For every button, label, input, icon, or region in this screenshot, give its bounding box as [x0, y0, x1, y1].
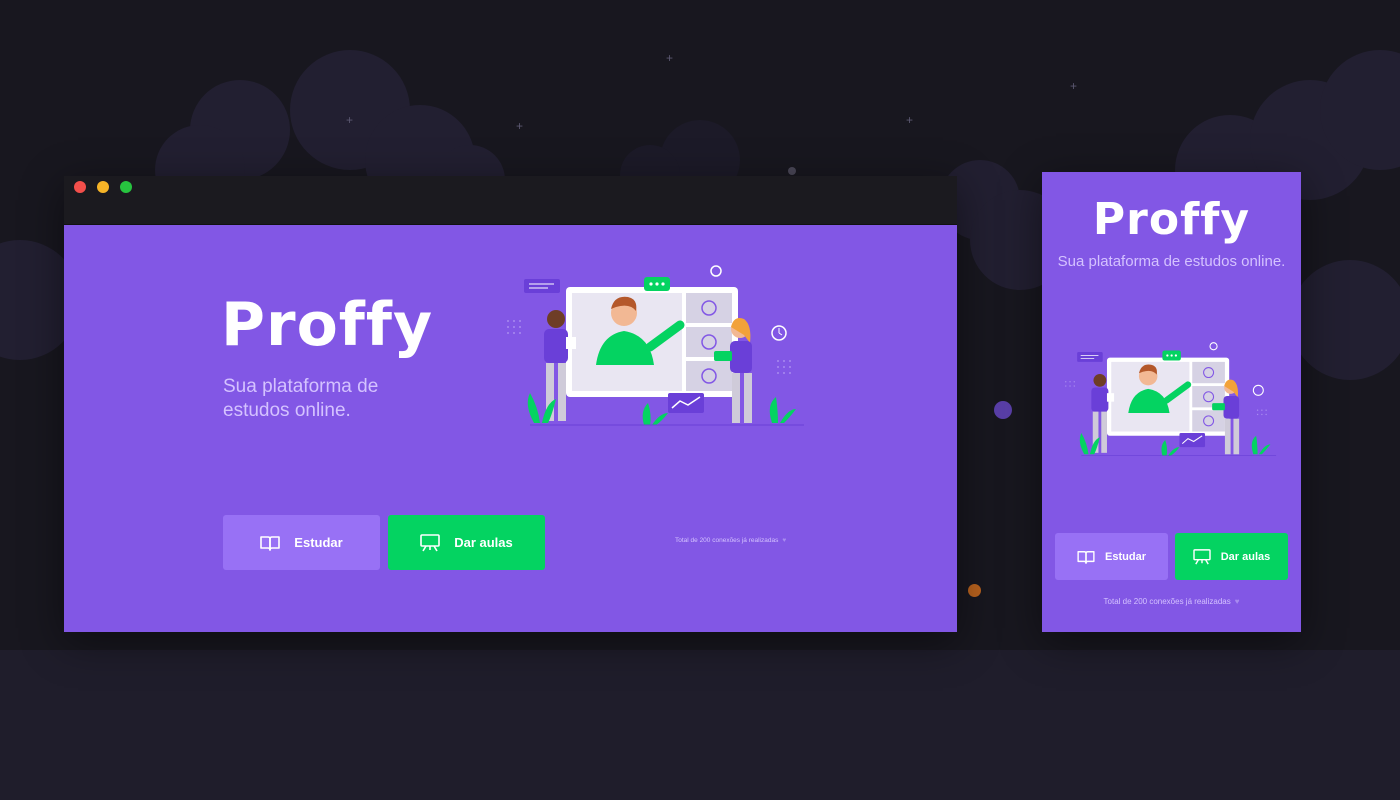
desktop-landing-page: Proffy Sua plataforma de estudos online.	[64, 225, 957, 632]
book-open-icon	[1077, 550, 1095, 564]
presentation-board-icon	[1193, 548, 1211, 564]
connections-info: Total de 200 conexões já realizadas ♥	[1042, 597, 1301, 606]
teach-button[interactable]: Dar aulas	[388, 515, 545, 570]
decorative-dot	[788, 167, 796, 175]
decorative-dot	[994, 401, 1012, 419]
star-icon: +	[666, 51, 674, 65]
teach-button-label: Dar aulas	[1220, 550, 1271, 563]
heart-icon: ♥	[1234, 597, 1240, 606]
presentation-board-icon	[420, 533, 441, 551]
window-titlebar	[64, 176, 957, 225]
teach-button[interactable]: Dar aulas	[1175, 533, 1288, 580]
hero-illustration	[1065, 342, 1277, 457]
book-open-icon	[260, 535, 281, 551]
hero-illustration	[507, 265, 804, 426]
page-floor	[0, 650, 1400, 800]
connections-text: Total de 200 conexões já realizadas	[1103, 597, 1231, 606]
study-button[interactable]: Estudar	[1055, 533, 1168, 580]
connections-text: Total de 200 conexões já realizadas	[675, 537, 779, 544]
close-window-button[interactable]	[74, 181, 86, 193]
star-icon: +	[1070, 79, 1078, 93]
connections-info: Total de 200 conexões já realizadas ♥	[675, 537, 786, 544]
star-icon: +	[906, 113, 914, 127]
minimize-window-button[interactable]	[97, 181, 109, 193]
study-button-label: Estudar	[1105, 550, 1146, 563]
star-icon: +	[346, 113, 354, 127]
decorative-dot	[968, 584, 981, 597]
study-button-label: Estudar	[294, 535, 343, 550]
star-icon: +	[516, 119, 524, 133]
mobile-landing-page: Proffy Sua plataforma de estudos online.	[1042, 172, 1301, 632]
teach-button-label: Dar aulas	[454, 535, 513, 550]
logo: Proffy	[221, 290, 434, 360]
heart-icon: ♥	[782, 537, 787, 544]
maximize-window-button[interactable]	[120, 181, 132, 193]
desktop-browser-window: Proffy Sua plataforma de estudos online.	[64, 176, 957, 632]
tagline: Sua plataforma de estudos online.	[223, 376, 379, 421]
logo: Proffy	[1092, 194, 1251, 245]
tagline: Sua plataforma de estudos online.	[1057, 253, 1286, 270]
study-button[interactable]: Estudar	[223, 515, 380, 570]
